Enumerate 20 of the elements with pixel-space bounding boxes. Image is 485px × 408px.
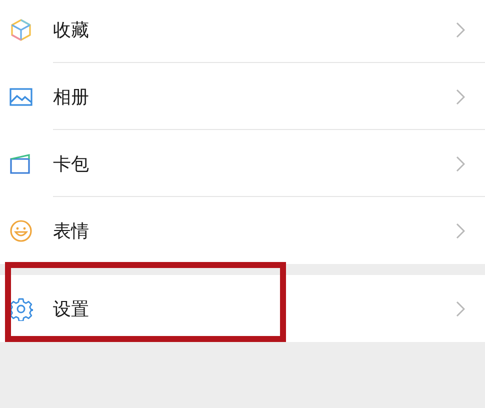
- chevron-icon: [456, 300, 465, 316]
- chevron-icon: [456, 156, 465, 172]
- chevron-icon: [456, 88, 465, 104]
- menu-item[interactable]: 相册: [0, 63, 485, 130]
- card-icon: [8, 152, 32, 174]
- menu-item[interactable]: 收藏: [0, 0, 485, 63]
- cube-icon: [10, 18, 32, 42]
- menu-label: 收藏: [53, 18, 90, 42]
- chevron-icon: [456, 222, 465, 238]
- chevron-icon: [456, 22, 465, 38]
- menu-label: 设置: [53, 298, 90, 320]
- image-icon: [8, 86, 32, 106]
- menu-item[interactable]: 卡包: [0, 130, 485, 197]
- menu-label: 相册: [53, 86, 90, 108]
- menu-item[interactable]: 设置: [0, 275, 485, 342]
- settings-icon: [8, 296, 32, 320]
- menu-item[interactable]: 表情: [0, 197, 485, 264]
- menu-label: 卡包: [53, 152, 90, 176]
- menu-label: 表情: [53, 220, 90, 242]
- smiley-icon: [8, 218, 32, 242]
